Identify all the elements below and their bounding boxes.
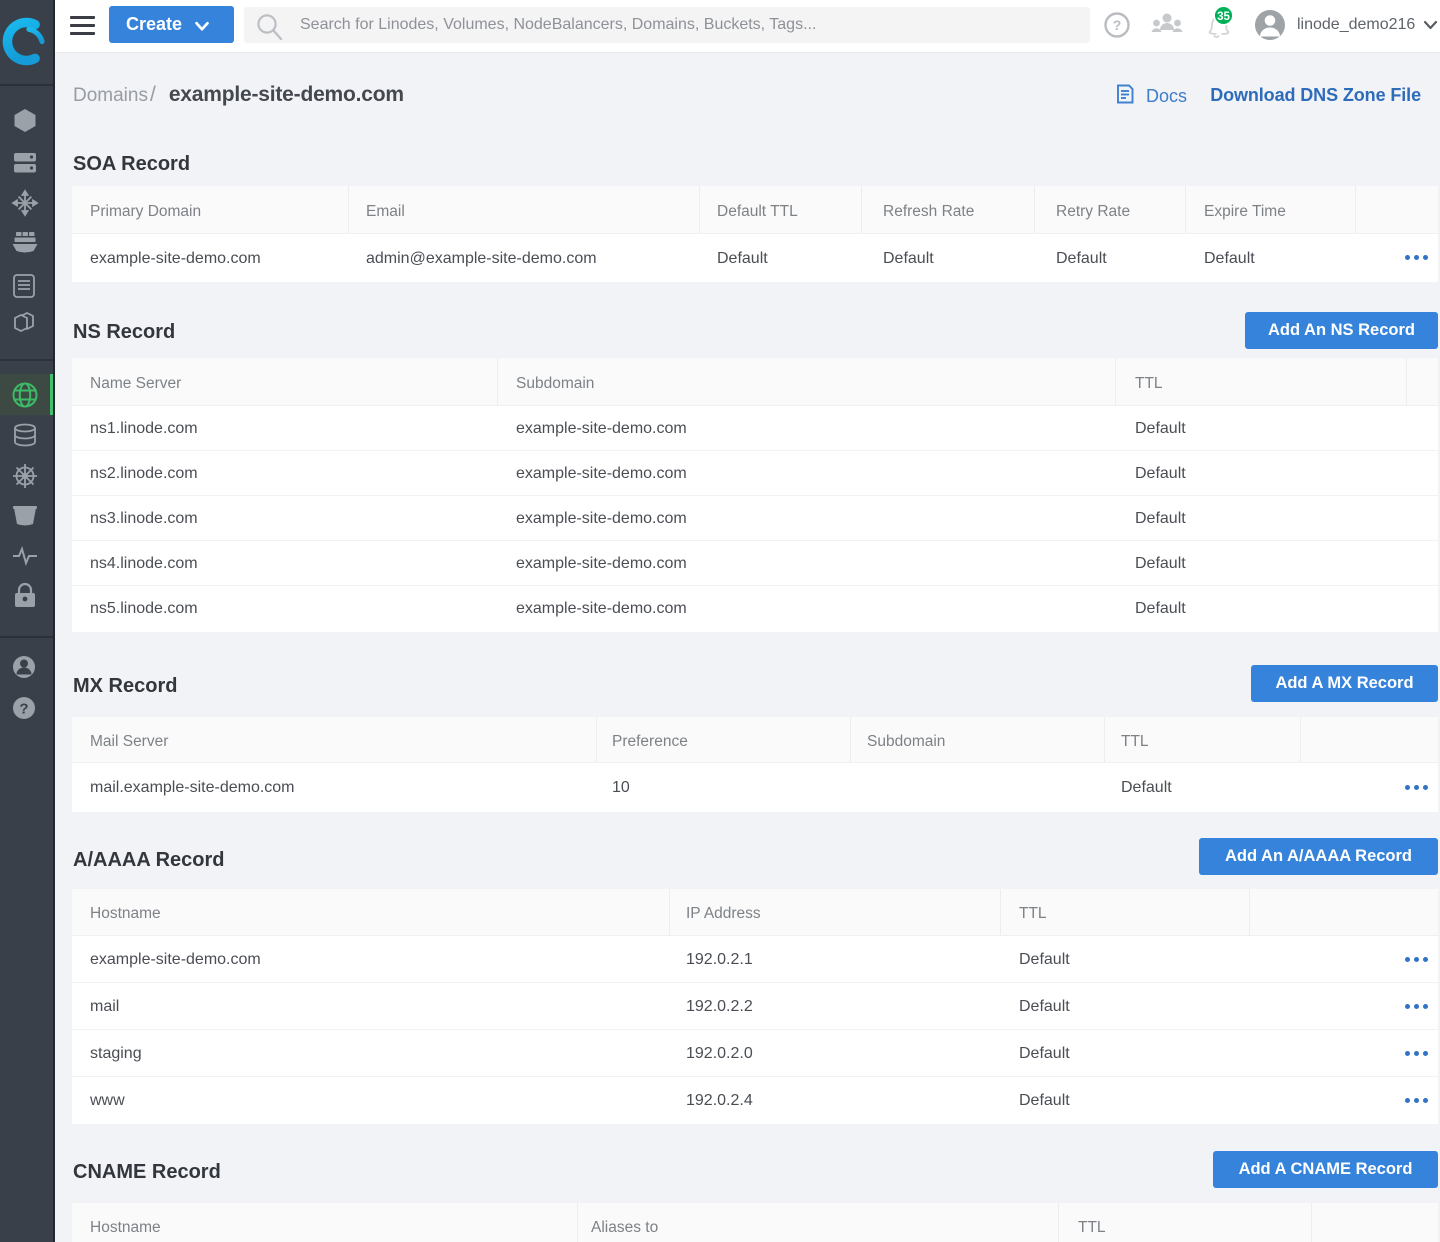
svg-text:?: ?: [1113, 17, 1122, 33]
svg-text:35: 35: [1217, 11, 1230, 23]
svg-text:?: ?: [19, 701, 28, 718]
